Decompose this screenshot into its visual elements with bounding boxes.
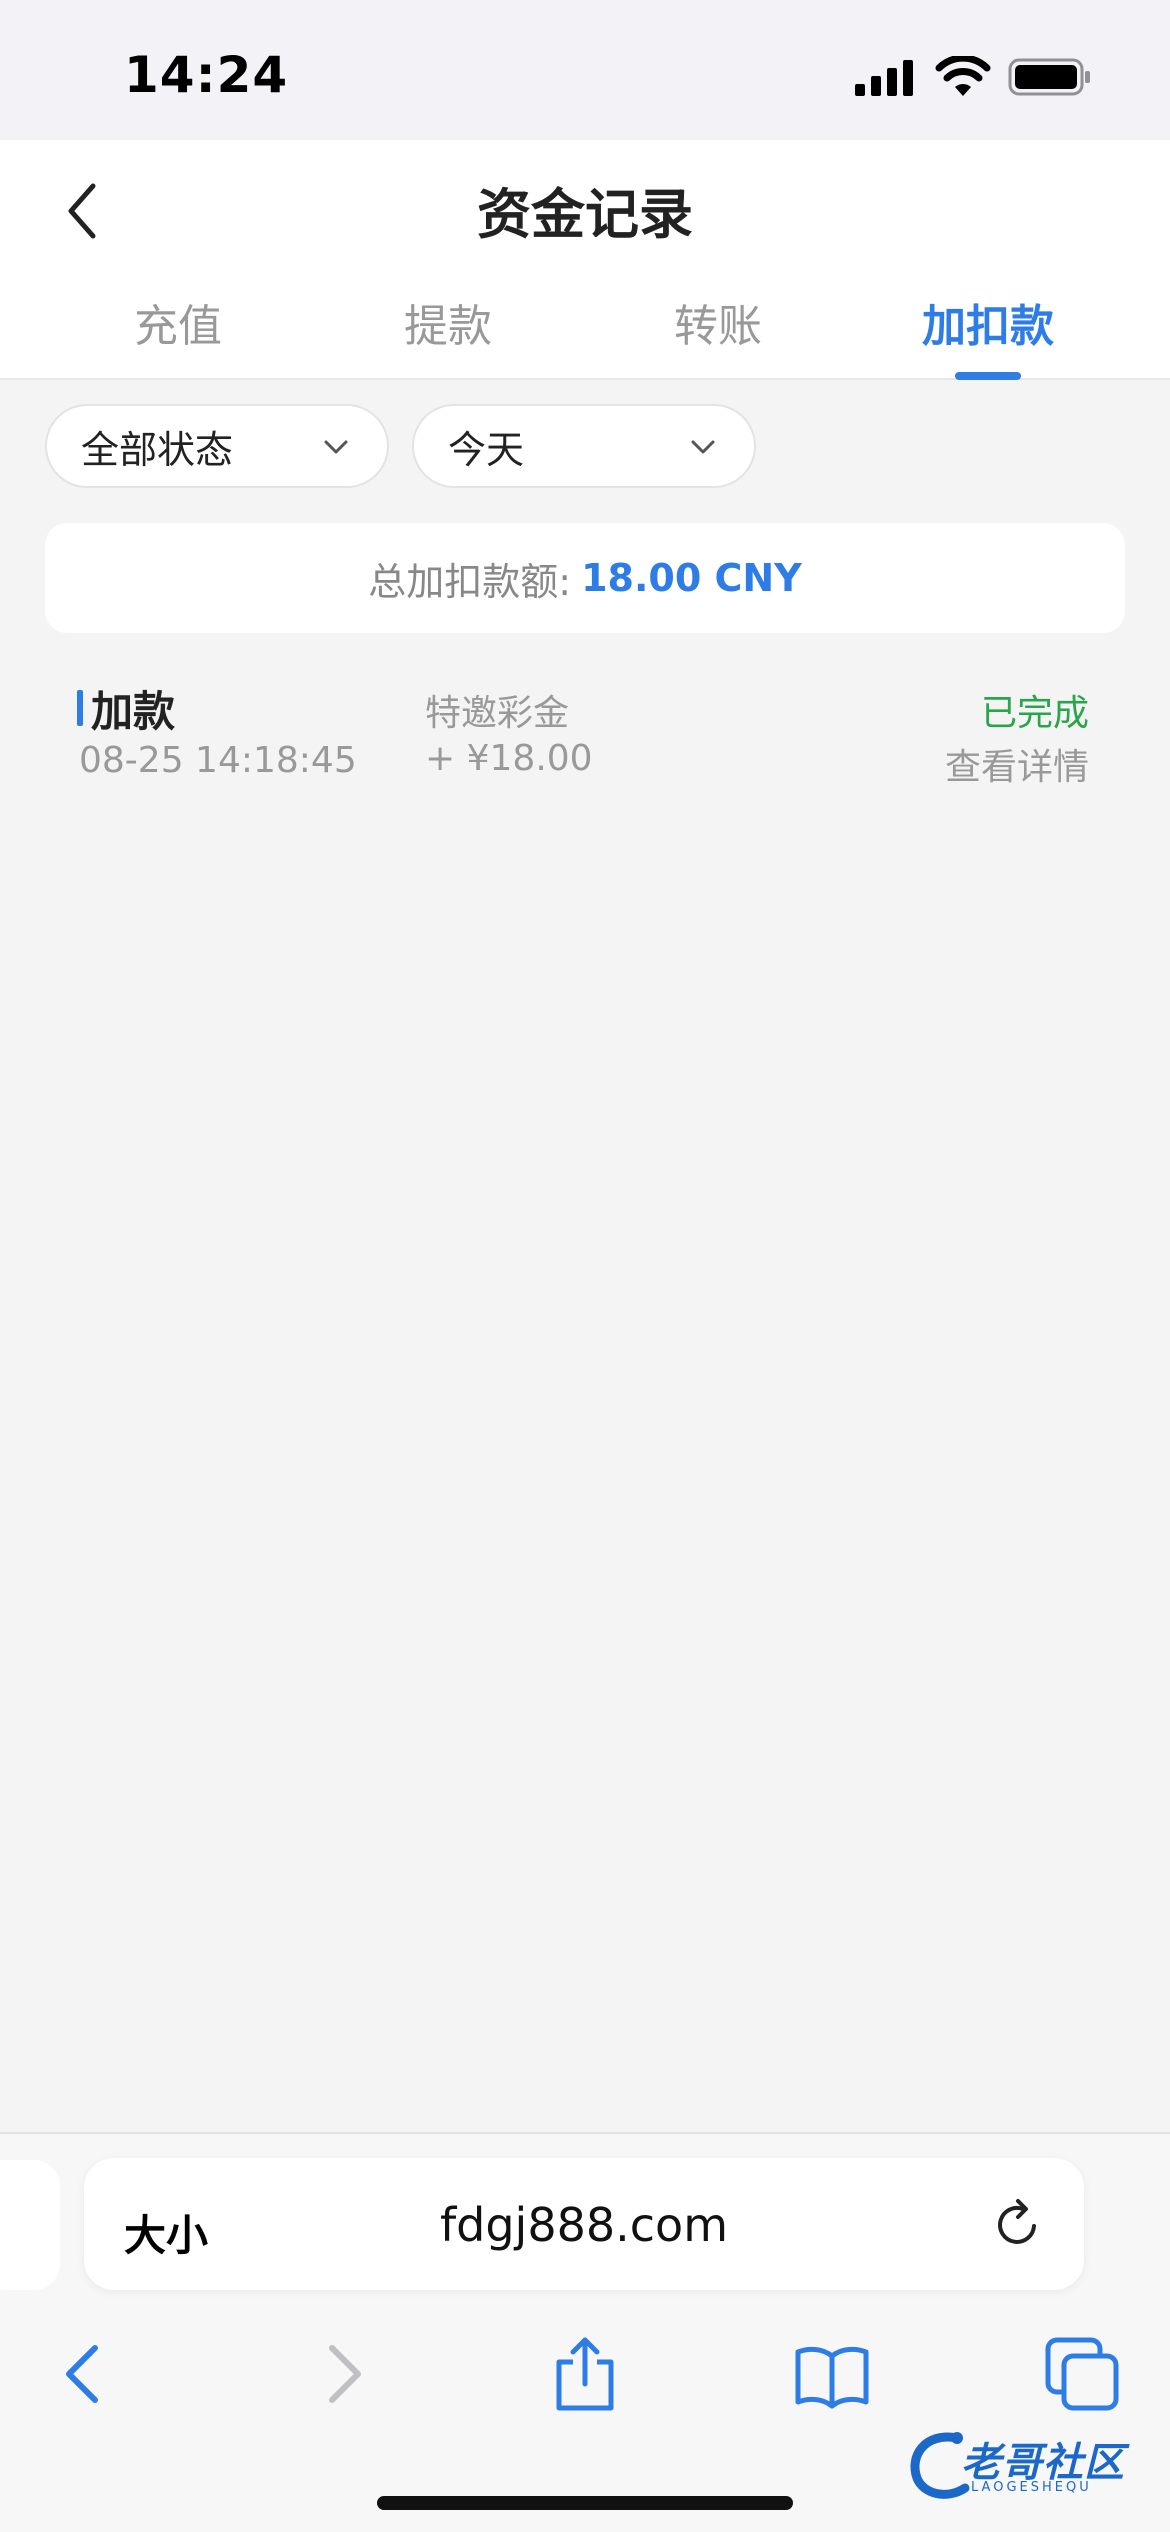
- record-status: 已完成: [980, 693, 1089, 734]
- tab-transfer[interactable]: 转账: [583, 290, 853, 380]
- status-filter-dropdown[interactable]: 全部状态: [45, 404, 389, 488]
- record-type-marker: [77, 690, 83, 726]
- wifi-icon: [935, 56, 991, 96]
- date-filter-value: 今天: [448, 427, 525, 472]
- record-time: 08-25 14:18:45: [79, 740, 357, 781]
- browser-forward-icon[interactable]: [298, 2332, 382, 2416]
- previous-tab-preview[interactable]: [0, 2160, 60, 2290]
- home-indicator: [377, 2496, 793, 2510]
- status-bar: 14:24: [0, 0, 1170, 140]
- page-header: 资金记录 充值 提款 转账 加扣款: [0, 140, 1170, 380]
- tab-deposit[interactable]: 充值: [43, 290, 313, 380]
- reload-icon[interactable]: [990, 2196, 1046, 2252]
- watermark-logo: 老哥社区 LAOGESHEQU: [905, 2422, 1165, 2508]
- summary-amount: 18.00 CNY: [581, 556, 802, 600]
- tab-withdraw[interactable]: 提款: [313, 290, 583, 380]
- cellular-signal-icon: [855, 60, 913, 96]
- browser-toolbar: [0, 2324, 1170, 2434]
- tab-adjustment[interactable]: 加扣款: [853, 290, 1123, 380]
- status-filter-value: 全部状态: [81, 427, 234, 472]
- browser-back-icon[interactable]: [45, 2332, 129, 2416]
- summary-label: 总加扣款额:: [368, 559, 572, 604]
- chevron-down-icon: [691, 440, 715, 454]
- page-title: 资金记录: [477, 183, 693, 246]
- tabs-icon[interactable]: [1040, 2332, 1124, 2416]
- record-amount: + ¥18.00: [425, 738, 593, 779]
- chevron-down-icon: [324, 440, 348, 454]
- date-filter-dropdown[interactable]: 今天: [412, 404, 756, 488]
- watermark-subtext: LAOGESHEQU: [971, 2480, 1092, 2495]
- record-tabs: 充值 提款 转账 加扣款: [0, 290, 1170, 380]
- list-item[interactable]: 加款 08-25 14:18:45 特邀彩金 + ¥18.00 已完成 查看详情: [45, 660, 1125, 800]
- address-bar[interactable]: 大小 fdgj888.com: [84, 2158, 1084, 2290]
- url-text: fdgj888.com: [439, 2198, 729, 2252]
- record-source: 特邀彩金: [425, 693, 570, 734]
- view-details-link[interactable]: 查看详情: [945, 738, 1089, 790]
- status-time: 14:24: [124, 46, 289, 104]
- share-icon[interactable]: [543, 2332, 627, 2416]
- record-type: 加款: [91, 687, 176, 736]
- app-screen: 14:24 资金记录 充值 提款 转账 加扣款 全部状态 今天 总加扣款额: 1…: [0, 0, 1170, 2532]
- active-tab-indicator: [955, 372, 1021, 380]
- total-summary: 总加扣款额: 18.00 CNY: [45, 523, 1125, 633]
- battery-icon: [1008, 58, 1090, 96]
- tab-adjustment-label: 加扣款: [922, 301, 1054, 352]
- bookmarks-icon[interactable]: [790, 2332, 874, 2416]
